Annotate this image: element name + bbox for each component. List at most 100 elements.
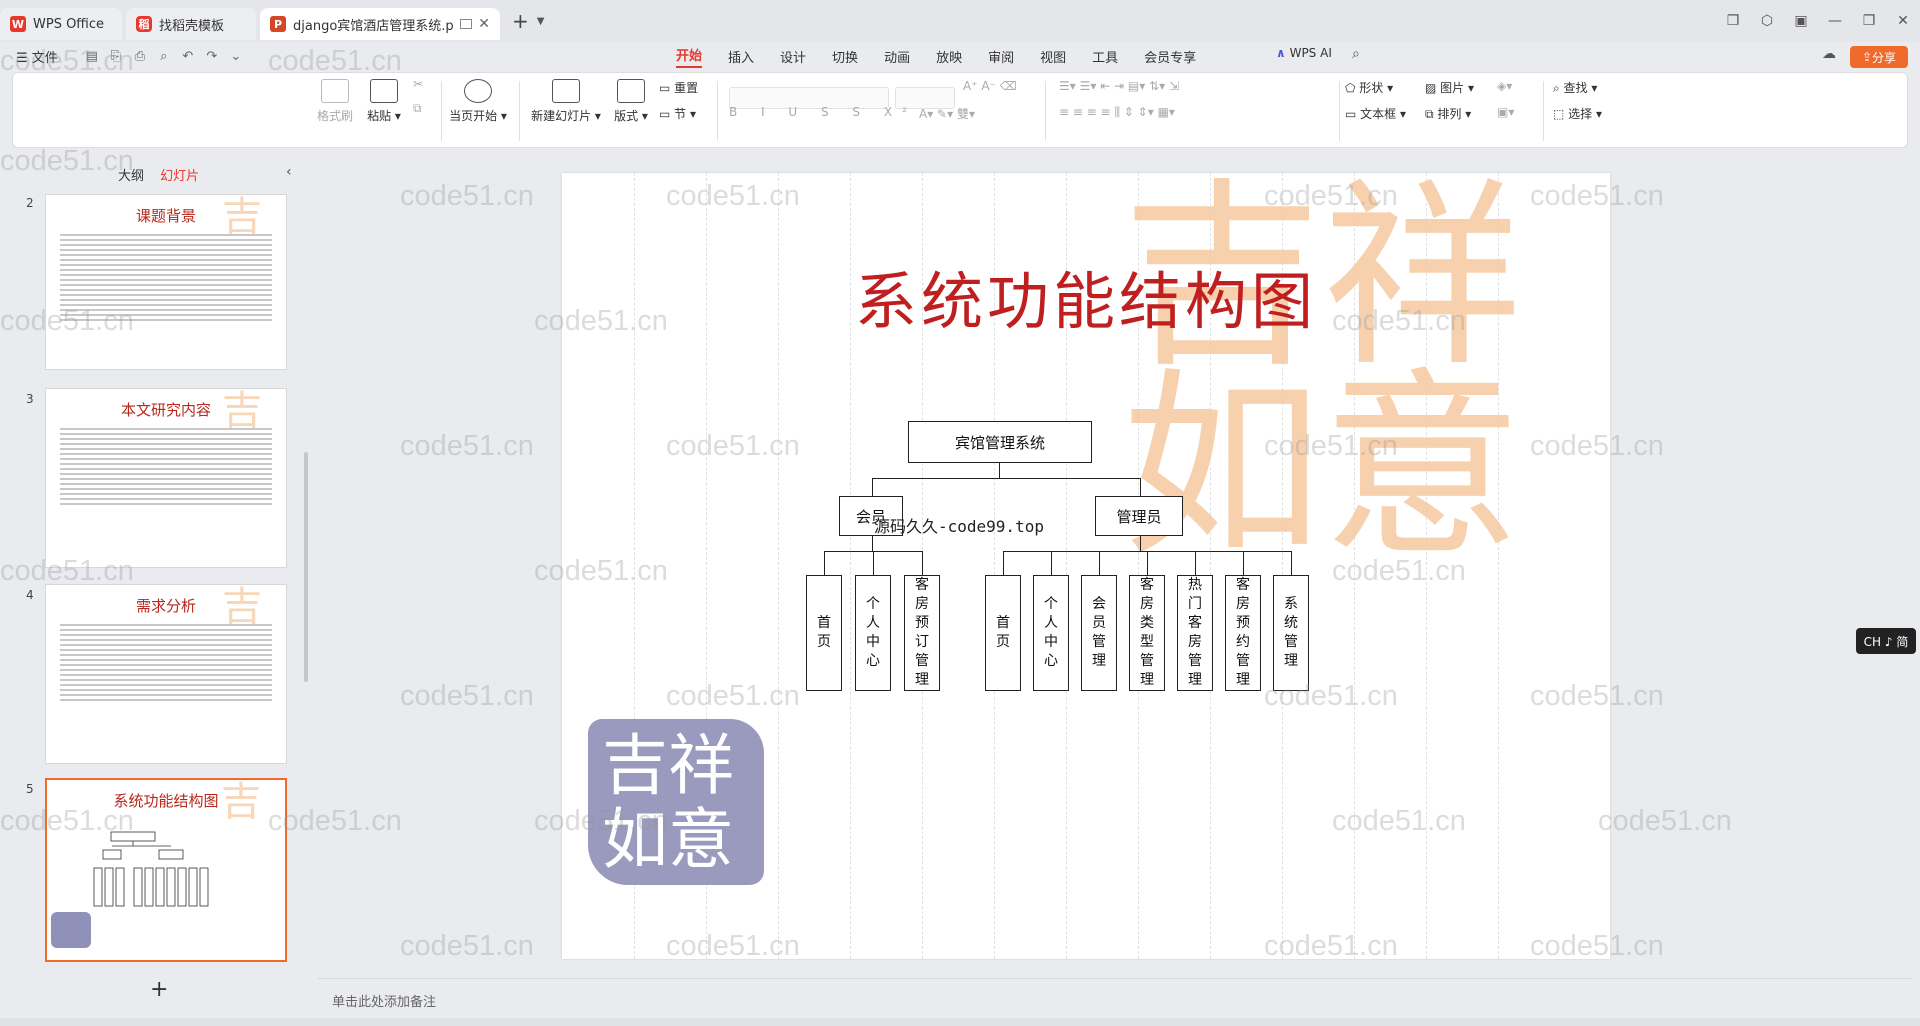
search-icon[interactable]: ⌕	[1352, 46, 1360, 62]
file-menu[interactable]: ☰ 文件	[16, 47, 58, 66]
connector-line	[922, 551, 923, 575]
layout-icon	[617, 79, 645, 103]
font-color-tools[interactable]: A▾ ✎▾ 雙▾	[919, 105, 975, 122]
diagram-leaf-system-management[interactable]: 系统管理	[1273, 575, 1309, 691]
current-slide[interactable]: 吉祥 如意 系统功能结构图 宾馆管理系统 会员 管理员 源码久久-code99.t…	[562, 173, 1610, 959]
watermark-art: 吉	[222, 584, 262, 630]
layout-icon[interactable]: ❐	[1716, 13, 1750, 29]
diagram-root-node[interactable]: 宾馆管理系统	[908, 421, 1092, 463]
textbox-button[interactable]: ▭ 文本框 ▾	[1345, 105, 1406, 122]
leaf-label: 个人中心	[866, 596, 880, 669]
tab-home[interactable]: 开始	[676, 45, 703, 68]
slide-thumbnail-pane: 大纲 幻灯片 ‹ 2 吉 课题背景 3 吉 本文研究内容 4 吉 需求分析 5 …	[0, 152, 314, 1002]
wps-ai-button[interactable]: ∧ WPS AI	[1276, 46, 1332, 60]
cloud-sync-icon[interactable]: ☁	[1822, 46, 1836, 62]
chevron-down-icon[interactable]: ⌄	[224, 49, 248, 64]
list-tools[interactable]: ☰▾ ☰▾ ⇤ ⇥ ▤▾ ⇅▾ ⇲	[1059, 79, 1179, 93]
preview-icon[interactable]: ⌕	[152, 49, 176, 64]
ime-indicator[interactable]: CH ♪ 简	[1856, 628, 1916, 654]
tab-transitions[interactable]: 切换	[832, 47, 858, 66]
play-icon	[464, 79, 492, 103]
slide-title[interactable]: 系统功能结构图	[562, 251, 1610, 341]
diagram-admin-node[interactable]: 管理员	[1095, 496, 1183, 536]
tab-animation[interactable]: 动画	[884, 47, 910, 66]
close-window-icon[interactable]: ✕	[1886, 13, 1920, 29]
diagram-leaf-member-booking[interactable]: 客房预订管理	[904, 575, 940, 691]
share-button[interactable]: ⇪ 分享	[1850, 46, 1908, 68]
text-format-tools[interactable]: B I U S S X²	[729, 105, 917, 119]
slide-thumbnail-3[interactable]: 吉 本文研究内容	[45, 388, 287, 568]
leaf-label: 客房类型管理	[1140, 577, 1154, 688]
shape-button[interactable]: ⬠ 形状 ▾	[1345, 79, 1393, 96]
outline-icon[interactable]: ▣▾	[1497, 105, 1514, 119]
print-icon[interactable]: ⎙	[128, 49, 152, 64]
select-button[interactable]: ⬚ 选择 ▾	[1553, 105, 1602, 122]
minimize-icon[interactable]: —	[1818, 13, 1852, 29]
save-icon[interactable]: ▤	[80, 49, 104, 64]
diagram-leaf-member-profile[interactable]: 个人中心	[855, 575, 891, 691]
redo-icon[interactable]: ↷	[200, 49, 224, 64]
picture-button[interactable]: ▨ 图片 ▾	[1425, 79, 1474, 96]
layout-button[interactable]: 版式 ▾	[611, 79, 651, 124]
tab-slides[interactable]: 幻灯片	[160, 169, 199, 184]
divider	[441, 81, 442, 141]
diagram-leaf-admin-profile[interactable]: 个人中心	[1033, 575, 1069, 691]
thumbnail-scrollbar[interactable]	[304, 452, 308, 682]
diagram-leaf-reservation-management[interactable]: 客房预约管理	[1225, 575, 1261, 691]
diagram-leaf-member-management[interactable]: 会员管理	[1081, 575, 1117, 691]
reset-button[interactable]: ▭ 重置	[659, 79, 698, 96]
leaf-label: 客房预约管理	[1236, 577, 1250, 688]
collapse-pane-icon[interactable]: ‹	[286, 164, 292, 180]
tab-review[interactable]: 审阅	[988, 47, 1014, 66]
add-slide-button[interactable]: +	[150, 977, 168, 1002]
find-button[interactable]: ⌕ 查找 ▾	[1553, 79, 1597, 96]
diagram-leaf-member-home[interactable]: 首页	[806, 575, 842, 691]
float-window-icon[interactable]	[460, 19, 473, 29]
diagram-leaf-popular-room-management[interactable]: 热门客房管理	[1177, 575, 1213, 691]
tab-wps-office[interactable]: W WPS Office	[0, 8, 122, 40]
undo-icon[interactable]: ↶	[176, 49, 200, 64]
new-tab-button[interactable]: +	[512, 9, 529, 33]
notes-panel[interactable]: 单击此处添加备注	[318, 978, 1912, 1020]
font-size-tools[interactable]: A⁺ A⁻ ⌫	[963, 79, 1017, 93]
paste-button[interactable]: 粘贴 ▾	[361, 79, 407, 124]
section-button[interactable]: ▭ 节 ▾	[659, 105, 696, 122]
diagram-leaf-admin-home[interactable]: 首页	[985, 575, 1021, 691]
tab-design[interactable]: 设计	[780, 47, 806, 66]
slide-thumbnail-2[interactable]: 吉 课题背景	[45, 194, 287, 370]
close-tab-icon[interactable]: ✕	[478, 16, 490, 32]
align-tools[interactable]: ≡ ≡ ≡ ≡ ⫼ ⇕ ⇕▾ ▦▾	[1059, 105, 1175, 120]
chevron-down-icon[interactable]: ▼	[537, 16, 545, 27]
tab-tools[interactable]: 工具	[1092, 47, 1118, 66]
tab-label: django宾馆酒店管理系统.pptx	[293, 18, 454, 34]
avatar[interactable]: ▣	[1784, 13, 1818, 29]
share-label: 分享	[1872, 50, 1897, 65]
new-slide-button[interactable]: 新建幻灯片 ▾	[527, 79, 605, 124]
start-from-current-label: 当页开始	[449, 109, 498, 123]
tab-insert[interactable]: 插入	[728, 47, 754, 66]
tab-templates[interactable]: 稻 找稻壳模板	[126, 8, 256, 40]
tab-outline[interactable]: 大纲	[118, 169, 144, 184]
tab-slideshow[interactable]: 放映	[936, 47, 962, 66]
cut-icon[interactable]: ✂	[413, 77, 423, 91]
restore-icon[interactable]: ❐	[1852, 13, 1886, 29]
connector-line	[1003, 551, 1004, 575]
shape-label: 形状	[1359, 81, 1384, 95]
export-icon[interactable]: ⎘	[104, 49, 128, 64]
divider	[1543, 81, 1544, 141]
tab-view[interactable]: 视图	[1040, 47, 1066, 66]
reset-label: 重置	[674, 81, 699, 95]
cube-icon[interactable]: ⬡	[1750, 13, 1784, 29]
slide-thumbnail-5[interactable]: 吉 系统功能结构图	[45, 778, 287, 962]
tab-member[interactable]: 会员专享	[1144, 47, 1196, 66]
slide-thumbnail-4[interactable]: 吉 需求分析	[45, 584, 287, 764]
diagram-leaf-room-type-management[interactable]: 客房类型管理	[1129, 575, 1165, 691]
tab-document[interactable]: P django宾馆酒店管理系统.pptx ✕	[260, 8, 500, 40]
arrange-button[interactable]: ⧉ 排列 ▾	[1425, 105, 1471, 122]
format-painter-button[interactable]: 格式刷	[313, 79, 357, 124]
thumbnail-diagram	[51, 831, 209, 948]
fill-icon[interactable]: ◈▾	[1497, 79, 1512, 93]
leaf-label: 个人中心	[1044, 596, 1058, 669]
start-from-current-button[interactable]: 当页开始 ▾	[445, 79, 511, 124]
copy-icon[interactable]: ⧉	[413, 101, 422, 116]
